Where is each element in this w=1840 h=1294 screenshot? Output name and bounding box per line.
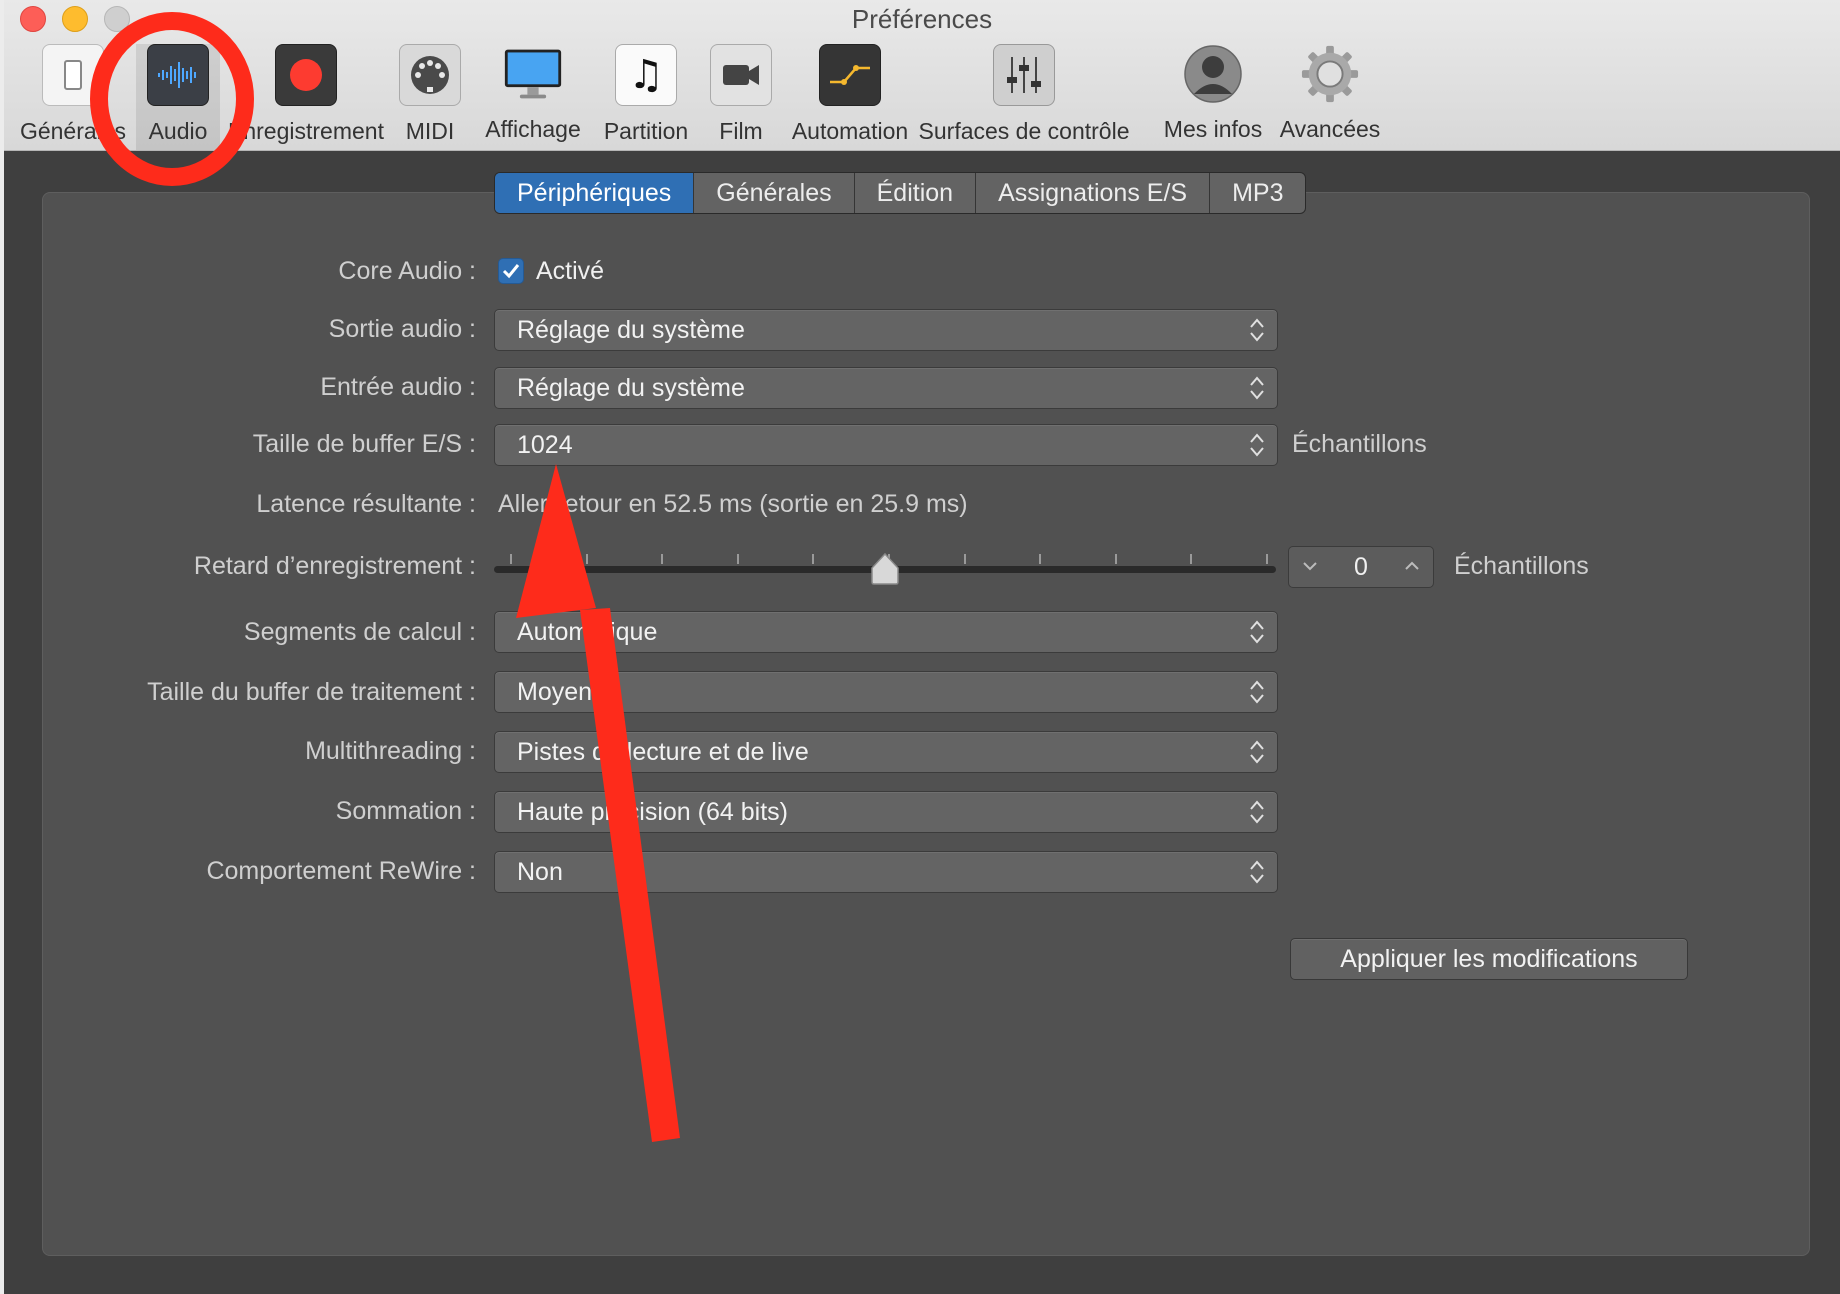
- latency-value: Aller-retour en 52.5 ms (sortie en 25.9 …: [498, 490, 968, 518]
- automation-curve-icon: [819, 44, 881, 106]
- toolbar-item-automation[interactable]: Automation: [790, 44, 910, 150]
- core-audio-checkbox[interactable]: [498, 258, 524, 284]
- up-down-chevron-icon: [1250, 620, 1264, 644]
- toolbar-item-partition[interactable]: ♫ Partition: [598, 44, 694, 150]
- buffer-popup[interactable]: 1024: [494, 424, 1278, 466]
- slider-tick: [1266, 554, 1268, 564]
- buffer-value: 1024: [517, 431, 573, 459]
- record-delay-label: Retard d’enregistrement :: [193, 552, 476, 580]
- up-down-chevron-icon: [1250, 376, 1264, 400]
- up-down-chevron-icon: [1250, 740, 1264, 764]
- toolbar-item-affichage[interactable]: Affichage: [478, 44, 588, 150]
- slider-tick: [661, 554, 664, 564]
- tab-mp3[interactable]: MP3: [1210, 173, 1305, 213]
- rewire-popup[interactable]: Non: [494, 851, 1278, 893]
- multithreading-popup[interactable]: Pistes de lecture et de live: [494, 731, 1278, 773]
- toolbar-item-midi[interactable]: MIDI: [390, 44, 470, 150]
- rewire-label: Comportement ReWire :: [206, 857, 476, 885]
- music-note-icon: ♫: [615, 44, 677, 106]
- window-title: Préférences: [851, 4, 993, 34]
- output-popup[interactable]: Réglage du système: [494, 309, 1278, 351]
- process-buffer-label: Taille du buffer de traitement :: [147, 678, 476, 706]
- record-delay-slider-knob[interactable]: [870, 552, 900, 586]
- process-buffer-value: Moyenne: [517, 678, 620, 706]
- toolbar-label: Générales: [19, 118, 127, 144]
- preferences-window: Préférences Générales Audio Enregistreme…: [4, 0, 1840, 1294]
- latency-label: Latence résultante :: [256, 490, 476, 518]
- display-monitor-icon: [503, 44, 563, 104]
- up-down-chevron-icon: [1250, 680, 1264, 704]
- toolbar-label: Audio: [148, 118, 208, 144]
- tab-peripheriques[interactable]: Périphériques: [495, 173, 695, 213]
- toolbar-label: Affichage: [485, 116, 581, 142]
- buffer-label: Taille de buffer E/S :: [252, 430, 476, 458]
- audio-waveform-icon: [147, 44, 209, 106]
- up-down-chevron-icon: [1250, 860, 1264, 884]
- record-delay-stepper[interactable]: 0: [1288, 546, 1434, 588]
- toolbar-item-audio[interactable]: Audio: [136, 44, 220, 150]
- record-icon: [275, 44, 337, 106]
- summing-value: Haute précision (64 bits): [517, 798, 788, 826]
- output-value: Réglage du système: [517, 316, 745, 344]
- tab-generales[interactable]: Générales: [694, 173, 855, 213]
- core-audio-checkbox-label[interactable]: Activé: [536, 256, 604, 286]
- toolbar-label: MIDI: [405, 118, 455, 144]
- record-delay-unit: Échantillons: [1454, 552, 1589, 580]
- toolbar-item-generales[interactable]: Générales: [16, 44, 130, 150]
- summing-label: Sommation :: [335, 797, 476, 825]
- video-camera-icon: [710, 44, 772, 106]
- slider-tick: [1190, 554, 1193, 564]
- user-silhouette-icon: [1183, 44, 1243, 104]
- slider-tick: [1039, 554, 1042, 564]
- input-label: Entrée audio :: [320, 373, 476, 401]
- toolbar-label: Enregistrement: [228, 118, 384, 144]
- tab-bar: Périphériques Générales Édition Assignat…: [494, 172, 1307, 214]
- checkmark-icon: [502, 264, 520, 279]
- up-down-chevron-icon: [1250, 433, 1264, 457]
- toolbar-item-mes-infos[interactable]: Mes infos: [1158, 44, 1268, 150]
- multithreading-label: Multithreading :: [305, 737, 476, 765]
- slider-tick: [1114, 554, 1117, 564]
- tab-edition[interactable]: Édition: [855, 173, 977, 213]
- toolbar-label: Partition: [603, 118, 689, 144]
- slider-tick: [736, 554, 739, 564]
- slider-tick: [812, 554, 815, 564]
- input-value: Réglage du système: [517, 374, 745, 402]
- tab-assignations-es[interactable]: Assignations E/S: [976, 173, 1211, 213]
- core-audio-label: Core Audio :: [338, 257, 476, 285]
- multithreading-value: Pistes de lecture et de live: [517, 738, 809, 766]
- rewire-value: Non: [517, 858, 563, 886]
- settings-panel: [42, 192, 1810, 1256]
- up-down-chevron-icon: [1250, 318, 1264, 342]
- segments-value: Automatique: [517, 618, 658, 646]
- toolbar: Préférences Générales Audio Enregistreme…: [4, 0, 1840, 151]
- process-buffer-popup[interactable]: Moyenne: [494, 671, 1278, 713]
- mixer-faders-icon: [993, 44, 1055, 106]
- toolbar-label: Surfaces de contrôle: [918, 118, 1130, 144]
- toolbar-label: Mes infos: [1163, 116, 1263, 142]
- chevron-up-icon[interactable]: [1401, 555, 1423, 577]
- buffer-unit: Échantillons: [1292, 430, 1427, 458]
- segments-label: Segments de calcul :: [243, 618, 476, 646]
- apply-changes-button[interactable]: Appliquer les modifications: [1290, 938, 1688, 980]
- slider-tick: [585, 554, 588, 564]
- toolbar-label: Automation: [791, 118, 909, 144]
- summing-popup[interactable]: Haute précision (64 bits): [494, 791, 1278, 833]
- gear-icon: [1300, 44, 1360, 104]
- toolbar-label: Film: [719, 118, 763, 144]
- slider-tick: [963, 554, 966, 564]
- segments-popup[interactable]: Automatique: [494, 611, 1278, 653]
- output-label: Sortie audio :: [328, 315, 476, 343]
- toolbar-item-enregistrement[interactable]: Enregistrement: [228, 44, 384, 150]
- toolbar-label: Avancées: [1279, 116, 1381, 142]
- toolbar-item-surfaces-de-controle[interactable]: Surfaces de contrôle: [919, 44, 1129, 150]
- up-down-chevron-icon: [1250, 800, 1264, 824]
- toolbar-item-avancees[interactable]: Avancées: [1274, 44, 1386, 150]
- toolbar-item-film[interactable]: Film: [706, 44, 776, 150]
- input-popup[interactable]: Réglage du système: [494, 367, 1278, 409]
- slider-tick: [510, 554, 512, 564]
- midi-connector-icon: [399, 44, 461, 106]
- general-switch-icon: [42, 44, 104, 106]
